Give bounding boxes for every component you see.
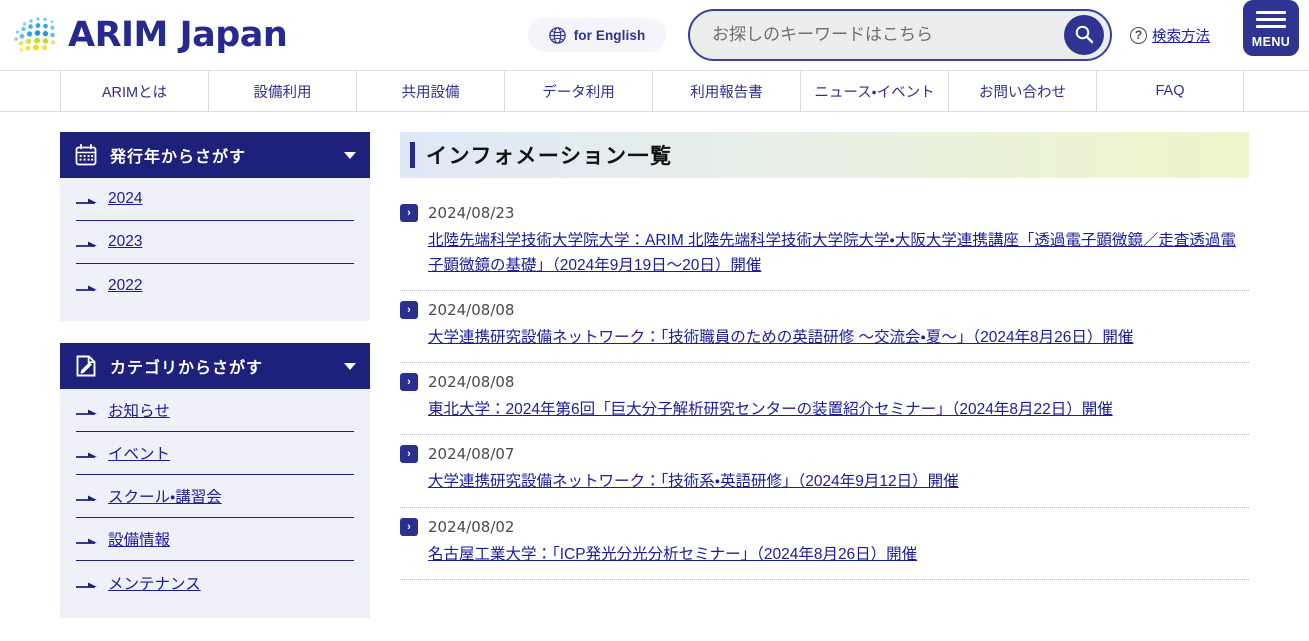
list-item-meta: › 2024/08/02: [400, 517, 1249, 536]
arrow-right-icon: [76, 491, 98, 501]
site-header: ARIM Japan for English ? 検索方法: [0, 0, 1309, 70]
arrow-right-icon: [76, 578, 98, 588]
sidebar-widget-year-header[interactable]: 発行年からさがす: [60, 132, 370, 178]
sidebar-widget-category-header[interactable]: カテゴリからさがす: [60, 343, 370, 389]
list-item-meta: › 2024/08/23: [400, 204, 1249, 222]
globe-dots-logo-icon: [8, 13, 66, 57]
main-content: インフォメーション一覧 › 2024/08/23 北陸先端科学技術大学院大学：A…: [400, 132, 1249, 640]
list-item-date: 2024/08/08: [428, 373, 515, 392]
sidebar-item-category-facility-info[interactable]: 設備情報: [76, 518, 354, 561]
chevron-right-icon: ›: [400, 517, 418, 536]
sidebar-item-category-news[interactable]: お知らせ: [76, 389, 354, 432]
for-english-button[interactable]: for English: [528, 18, 666, 52]
sidebar-widget-category-title: カテゴリからさがす: [110, 360, 264, 377]
arrow-right-icon: [76, 405, 98, 415]
list-item-meta: › 2024/08/07: [400, 445, 1249, 464]
list-item-meta: › 2024/08/08: [400, 373, 1249, 392]
nav-item-news-events[interactable]: ニュース・イベント: [800, 71, 948, 111]
nav-item-shared-facilities[interactable]: 共用設備: [356, 71, 504, 111]
sidebar-item-year-2023[interactable]: 2023: [76, 221, 354, 264]
question-circle-icon: ?: [1130, 27, 1147, 44]
sidebar-item-label: お知らせ: [108, 403, 170, 420]
information-list: › 2024/08/23 北陸先端科学技術大学院大学：ARIM 北陸先端科学技術…: [400, 194, 1249, 580]
document-edit-icon: [74, 354, 98, 378]
page-title: インフォメーション一覧: [426, 145, 673, 168]
sidebar-widget-year: 発行年からさがす 2024 2023 2022: [60, 132, 370, 321]
list-item-title-link[interactable]: 大学連携研究設備ネットワーク：「技術系・英語研修」（2024年9月12日）開催: [428, 469, 1249, 494]
menu-button-label: MENU: [1251, 35, 1291, 50]
sidebar-item-label: 設備情報: [108, 532, 171, 549]
list-item-title-link[interactable]: 名古屋工業大学：「ICP発光分光分析セミナー」（2024年8月26日）開催: [428, 542, 1249, 567]
search-button[interactable]: [1064, 15, 1104, 55]
for-english-label: for English: [573, 27, 646, 43]
sidebar-item-category-school[interactable]: スクール・講習会: [76, 475, 354, 518]
chevron-right-icon: ›: [400, 301, 418, 320]
sidebar-item-year-2022[interactable]: 2022: [76, 264, 354, 307]
globe-icon: [548, 26, 566, 44]
search-input[interactable]: [712, 25, 1064, 45]
chevron-down-icon[interactable]: [344, 363, 356, 370]
arrow-right-icon: [76, 448, 98, 458]
list-item[interactable]: › 2024/08/08 大学連携研究設備ネットワーク：「技術職員のための英語研…: [400, 291, 1249, 364]
sidebar-widget-category-body: お知らせ イベント スクール・講習会 設備情報 メンテナンス: [60, 389, 370, 618]
list-item[interactable]: › 2024/08/23 北陸先端科学技術大学院大学：ARIM 北陸先端科学技術…: [400, 194, 1249, 292]
list-item-date: 2024/08/02: [428, 517, 515, 536]
sidebar-widget-year-body: 2024 2023 2022: [60, 178, 370, 321]
list-item-date: 2024/08/07: [428, 445, 515, 464]
sidebar-item-label: スクール・講習会: [108, 489, 222, 506]
chevron-right-icon: ›: [400, 373, 418, 392]
nav-item-faq[interactable]: FAQ: [1096, 71, 1244, 111]
list-item[interactable]: › 2024/08/08 東北大学：2024年第6回「巨大分子解析研究センターの…: [400, 363, 1249, 436]
list-item-date: 2024/08/08: [428, 301, 515, 320]
sidebar-widget-year-title: 発行年からさがす: [110, 149, 247, 166]
nav-item-contact[interactable]: お問い合わせ: [948, 71, 1096, 111]
sidebar-item-label: イベント: [108, 446, 171, 463]
arrow-right-icon: [76, 534, 98, 544]
chevron-down-icon[interactable]: [344, 152, 356, 159]
sidebar-widget-category: カテゴリからさがす お知らせ イベント スクール・講習会 設備情報 メンテナンス: [60, 343, 370, 618]
search-help-label: 検索方法: [1152, 29, 1210, 45]
sidebar-item-label: 2024: [108, 190, 143, 207]
search-help-link[interactable]: ? 検索方法: [1130, 25, 1210, 46]
list-item-date: 2024/08/23: [428, 204, 515, 222]
hamburger-icon: [1256, 7, 1286, 32]
list-item[interactable]: › 2024/08/07 大学連携研究設備ネットワーク：「技術系・英語研修」（2…: [400, 435, 1249, 508]
brand-name: ARIM Japan: [68, 14, 288, 55]
site-logo[interactable]: ARIM Japan: [8, 0, 288, 70]
arrow-right-icon: [76, 281, 98, 291]
list-item[interactable]: › 2024/08/02 名古屋工業大学：「ICP発光分光分析セミナー」（202…: [400, 508, 1249, 580]
sidebar-item-category-event[interactable]: イベント: [76, 432, 354, 475]
page-title-bar: インフォメーション一覧: [400, 132, 1249, 178]
list-item-meta: › 2024/08/08: [400, 301, 1249, 320]
sidebar-item-label: 2023: [108, 233, 143, 250]
search-box[interactable]: [688, 9, 1112, 61]
sidebar-item-label: 2022: [108, 276, 143, 294]
search-icon: [1073, 23, 1095, 48]
list-item-title-link[interactable]: 東北大学：2024年第6回「巨大分子解析研究センターの装置紹介セミナー」（202…: [428, 397, 1249, 422]
arrow-right-icon: [76, 237, 98, 247]
global-navigation: ARIMとは 設備利用 共用設備 データ利用 利用報告書 ニュース・イベント お…: [0, 70, 1309, 112]
nav-item-usage-report[interactable]: 利用報告書: [652, 71, 800, 111]
nav-item-data-use[interactable]: データ利用: [504, 71, 652, 111]
chevron-right-icon: ›: [400, 445, 418, 464]
sidebar-item-category-maintenance[interactable]: メンテナンス: [76, 561, 354, 604]
sidebar-item-year-2024[interactable]: 2024: [76, 178, 354, 221]
nav-item-about[interactable]: ARIMとは: [60, 71, 208, 111]
calendar-icon: [74, 143, 98, 167]
sidebar-item-label: メンテナンス: [108, 575, 201, 593]
chevron-right-icon: ›: [400, 204, 418, 222]
list-item-title-link[interactable]: 大学連携研究設備ネットワーク：「技術職員のための英語研修 〜交流会・夏〜」（20…: [428, 325, 1249, 350]
sidebar: 発行年からさがす 2024 2023 2022 カテゴリからさがす お知らせ イ…: [60, 132, 370, 640]
arrow-right-icon: [76, 194, 98, 204]
menu-button[interactable]: MENU: [1243, 0, 1299, 56]
nav-item-facility-use[interactable]: 設備利用: [208, 71, 356, 111]
list-item-title-link[interactable]: 北陸先端科学技術大学院大学：ARIM 北陸先端科学技術大学院大学・大阪大学連携講…: [428, 228, 1249, 278]
page-body: 発行年からさがす 2024 2023 2022 カテゴリからさがす お知らせ イ…: [0, 112, 1309, 640]
